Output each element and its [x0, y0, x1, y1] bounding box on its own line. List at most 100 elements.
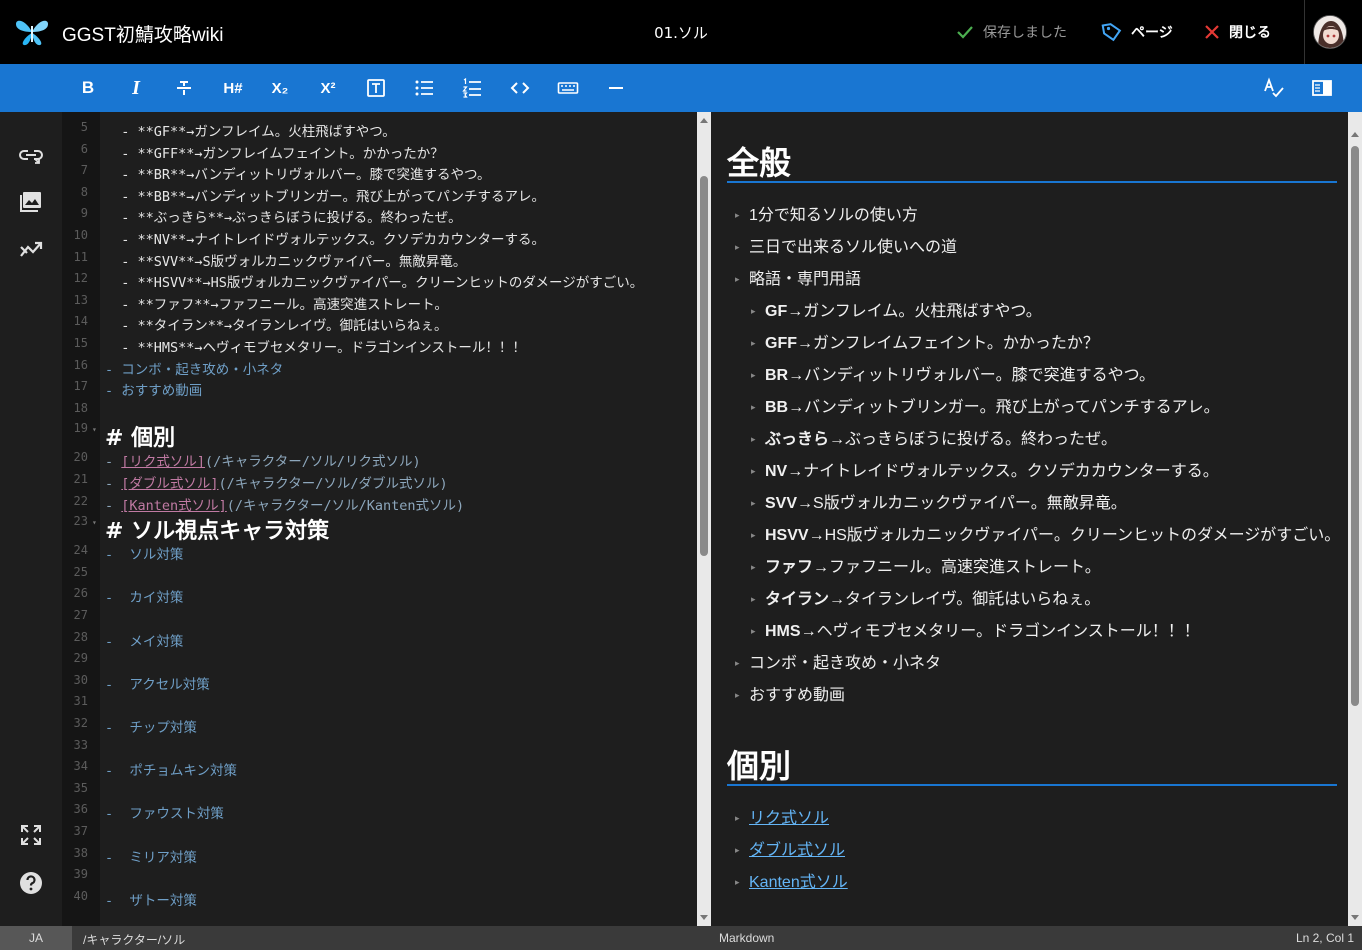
code-link-text: - [ダブル式ソル](/キャラクター/ソル/ダブル式ソル) [105, 472, 448, 492]
toggle-preview-button[interactable] [1310, 76, 1334, 100]
item-text: 1分で知るソルの使い方 [749, 207, 918, 224]
item-text: →HS版ヴォルカニックヴァイパー。クリーンヒットのダメージがすごい。 [808, 527, 1341, 544]
code-text: - ソル対策 [105, 547, 184, 564]
code-line[interactable]: 24 - ソル対策 [62, 540, 697, 564]
page-button-label: ページ [1131, 25, 1173, 41]
code-line[interactable]: 32 - チップ対策 [62, 713, 697, 736]
code-line[interactable]: 38 - ミリア対策 [62, 843, 697, 866]
term-abbreviation: GF [765, 303, 788, 320]
bullet-icon: ▸ [751, 626, 756, 636]
page-button[interactable]: ページ [1101, 20, 1173, 44]
code-line[interactable]: 30 - アクセル対策 [62, 670, 697, 693]
help-icon[interactable] [18, 870, 44, 896]
fullscreen-icon[interactable] [18, 822, 44, 848]
code-line[interactable]: 15 - **HMS**→ヘヴィモブセメタリー。ドラゴンインストール！！！ [62, 333, 697, 356]
preview-list-item[interactable]: ▸ リク式ソル [735, 804, 829, 828]
code-text: - チップ対策 [105, 720, 197, 736]
line-number: 8 [80, 184, 88, 199]
markdown-editor[interactable]: 5 - **GF**→ガンフレイム。火柱飛ばすやつ。 6 - **GFF**→ガン… [62, 112, 697, 926]
code-line[interactable]: 37 [62, 821, 697, 843]
code-line[interactable]: 23 ▾ # ソル視点キャラ対策 [62, 512, 697, 544]
code-line[interactable]: 19 ▾ # 個別 [62, 419, 697, 451]
code-line[interactable]: 36 - ファウスト対策 [62, 799, 697, 823]
code-line[interactable]: 8 - **BB**→バンディットブリンガー。飛び上がってパンチするアレ。 [62, 182, 697, 205]
code-line[interactable]: 33 [62, 735, 697, 757]
avatar[interactable] [1313, 15, 1347, 49]
fold-marker-icon[interactable]: ▾ [92, 518, 97, 527]
code-line[interactable]: 28 - メイ対策 [62, 627, 697, 650]
code-line[interactable]: 40 - ザトー対策 [62, 886, 697, 909]
code-line[interactable]: 31 [62, 691, 697, 713]
code-line[interactable]: 22 - [Kanten式ソル](/キャラクター/ソル/Kanten式ソル) [62, 491, 697, 514]
numbered-list-button[interactable] [460, 76, 484, 100]
bullet-icon: ▸ [751, 530, 756, 540]
header-divider [1304, 0, 1305, 64]
preview-link[interactable]: Kanten式ソル [749, 874, 848, 891]
code-line[interactable]: 9 - **ぶっきら**→ぶっきらぼうに投げる。終わったぜ。 [62, 203, 697, 226]
code-text: - **SVV**→S版ヴォルカニックヴァイパー。無敵昇竜。 [105, 253, 467, 270]
heading-button[interactable]: H# [221, 76, 245, 100]
code-line[interactable]: 10 - **NV**→ナイトレイドヴォルテックス。クソデカカウンターする。 [62, 225, 697, 248]
spellcheck-button[interactable] [1262, 76, 1286, 100]
code-line[interactable]: 25 [62, 562, 697, 584]
scroll-up-arrow[interactable] [700, 118, 708, 123]
bullet-icon: ▸ [735, 845, 740, 855]
bullet-icon: ▸ [735, 274, 740, 284]
preview-scroll-thumb[interactable] [1351, 146, 1359, 706]
horizontal-rule-button[interactable] [604, 76, 628, 100]
code-line[interactable]: 29 [62, 648, 697, 670]
code-line[interactable]: 13 - **ファフ**→ファフニール。高速突進ストレート。 [62, 290, 697, 313]
code-text: - ファウスト対策 [105, 806, 224, 823]
insert-link-icon[interactable] [18, 142, 44, 168]
insert-image-icon[interactable] [18, 189, 44, 215]
code-line[interactable]: 35 [62, 778, 697, 800]
editor-scroll-thumb[interactable] [700, 176, 708, 556]
preview-scroll-up-arrow[interactable] [1351, 132, 1359, 137]
butterfly-logo-icon[interactable] [14, 16, 50, 48]
diagram-icon[interactable] [18, 236, 44, 262]
text-box-button[interactable] [364, 76, 388, 100]
fold-marker-icon[interactable]: ▾ [92, 425, 97, 434]
code-line[interactable]: 7 - **BR**→バンディットリヴォルバー。膝で突進するやつ。 [62, 160, 697, 183]
app-title[interactable]: GGST初鯖攻略wiki [62, 20, 224, 47]
preview-scroll-down-arrow[interactable] [1351, 915, 1359, 920]
bullet-list-button[interactable] [412, 76, 436, 100]
editor-scrollbar[interactable] [697, 112, 711, 926]
code-line[interactable]: 12 - **HSVV**→HS版ヴォルカニックヴァイパー。クリーンヒットのダメ… [62, 268, 697, 291]
line-number: 6 [80, 141, 88, 156]
preview-scrollbar[interactable] [1348, 112, 1362, 926]
code-line[interactable]: 6 - **GFF**→ガンフレイムフェイント。かかったか？ [62, 139, 697, 162]
superscript-button[interactable]: X² [316, 76, 340, 100]
status-language[interactable]: JA [0, 926, 72, 950]
code-line[interactable]: 16 - コンボ・起き攻め・小ネタ [62, 355, 697, 378]
scroll-down-arrow[interactable] [700, 915, 708, 920]
code-button[interactable] [508, 76, 532, 100]
preview-list-item[interactable]: ▸ Kanten式ソル [735, 868, 848, 892]
code-line[interactable]: 18 [62, 398, 697, 420]
preview-list-item[interactable]: ▸ ダブル式ソル [735, 836, 845, 860]
preview-link[interactable]: ダブル式ソル [749, 842, 845, 859]
code-line[interactable]: 26 - カイ対策 [62, 583, 697, 606]
code-line[interactable]: 11 - **SVV**→S版ヴォルカニックヴァイパー。無敵昇竜。 [62, 247, 697, 270]
status-cursor-position: Ln 2, Col 1 [1295, 931, 1354, 945]
preview-link[interactable]: リク式ソル [749, 810, 829, 827]
code-line[interactable]: 20 - [リク式ソル](/キャラクター/ソル/リク式ソル) [62, 447, 697, 470]
code-line[interactable]: 17 - おすすめ動画 [62, 376, 697, 399]
text-box-icon [367, 79, 385, 97]
bold-button[interactable]: B [76, 76, 100, 100]
code-line[interactable]: 34 - ポチョムキン対策 [62, 756, 697, 779]
code-text: - コンボ・起き攻め・小ネタ [105, 361, 284, 378]
italic-button[interactable]: I [124, 76, 148, 100]
keyboard-button[interactable] [556, 76, 580, 100]
bullet-icon: ▸ [735, 658, 740, 668]
close-button[interactable]: 閉じる [1203, 20, 1271, 44]
code-line[interactable]: 39 [62, 864, 697, 886]
preview-list-item: ▸ 略語・専門用語 [735, 265, 861, 289]
strikethrough-button[interactable] [172, 76, 196, 100]
code-line[interactable]: 5 - **GF**→ガンフレイム。火柱飛ばすやつ。 [62, 117, 697, 140]
code-line[interactable]: 21 - [ダブル式ソル](/キャラクター/ソル/ダブル式ソル) [62, 469, 697, 492]
bullet-icon: ▸ [751, 562, 756, 572]
subscript-button[interactable]: X₂ [268, 76, 292, 100]
code-line[interactable]: 14 - **タイラン**→タイランレイヴ。御託はいらねぇ。 [62, 311, 697, 334]
code-line[interactable]: 27 [62, 605, 697, 627]
